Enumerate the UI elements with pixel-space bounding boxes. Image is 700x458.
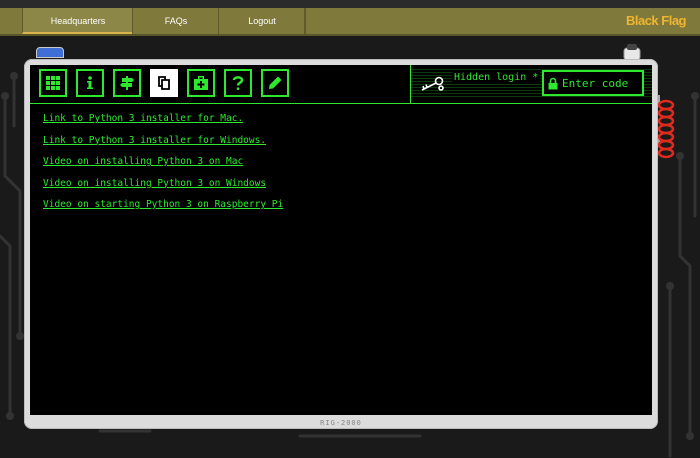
help-button[interactable]	[224, 69, 252, 97]
device-label: RIG-2000	[320, 419, 362, 427]
nav-faqs[interactable]: FAQs	[132, 8, 219, 34]
first-aid-kit-icon	[194, 76, 208, 90]
terminal-screen: Hidden login * Link to Python 3 installe…	[30, 65, 652, 415]
hidden-login-area: Hidden login *	[411, 65, 652, 103]
main-nav: Headquarters FAQs Logout	[0, 8, 700, 36]
documents-button[interactable]	[150, 69, 178, 97]
toolbar: Hidden login *	[30, 65, 652, 104]
brand-logo[interactable]: Black Flag	[626, 8, 687, 34]
documents-icon	[158, 76, 170, 90]
link-python-windows-installer[interactable]: Link to Python 3 installer for Windows.	[43, 134, 283, 156]
key-icon[interactable]	[419, 75, 445, 93]
blue-knob	[36, 47, 64, 58]
nav-logout[interactable]: Logout	[218, 8, 306, 34]
edit-button[interactable]	[261, 69, 289, 97]
grid-button[interactable]	[39, 69, 67, 97]
grid-icon	[46, 76, 60, 90]
signpost-icon	[120, 76, 134, 90]
pencil-icon	[269, 76, 282, 89]
question-icon	[232, 76, 244, 90]
first-aid-button[interactable]	[187, 69, 215, 97]
link-video-install-windows[interactable]: Video on installing Python 3 on Windows	[43, 177, 283, 199]
info-icon	[87, 76, 93, 89]
link-video-raspberry-pi[interactable]: Video on starting Python 3 on Raspberry …	[43, 198, 283, 220]
resource-links: Link to Python 3 installer for Mac. Link…	[43, 112, 283, 220]
link-video-install-mac[interactable]: Video on installing Python 3 on Mac	[43, 155, 283, 177]
nav-headquarters[interactable]: Headquarters	[22, 8, 133, 34]
hidden-login-label: Hidden login *	[452, 72, 541, 83]
code-input[interactable]	[562, 76, 640, 90]
top-strip	[0, 0, 700, 8]
signpost-button[interactable]	[113, 69, 141, 97]
antenna-knob	[623, 44, 641, 60]
info-button[interactable]	[76, 69, 104, 97]
code-field[interactable]	[542, 70, 644, 96]
lock-icon	[548, 77, 558, 89]
link-python-mac-installer[interactable]: Link to Python 3 installer for Mac.	[43, 112, 283, 134]
